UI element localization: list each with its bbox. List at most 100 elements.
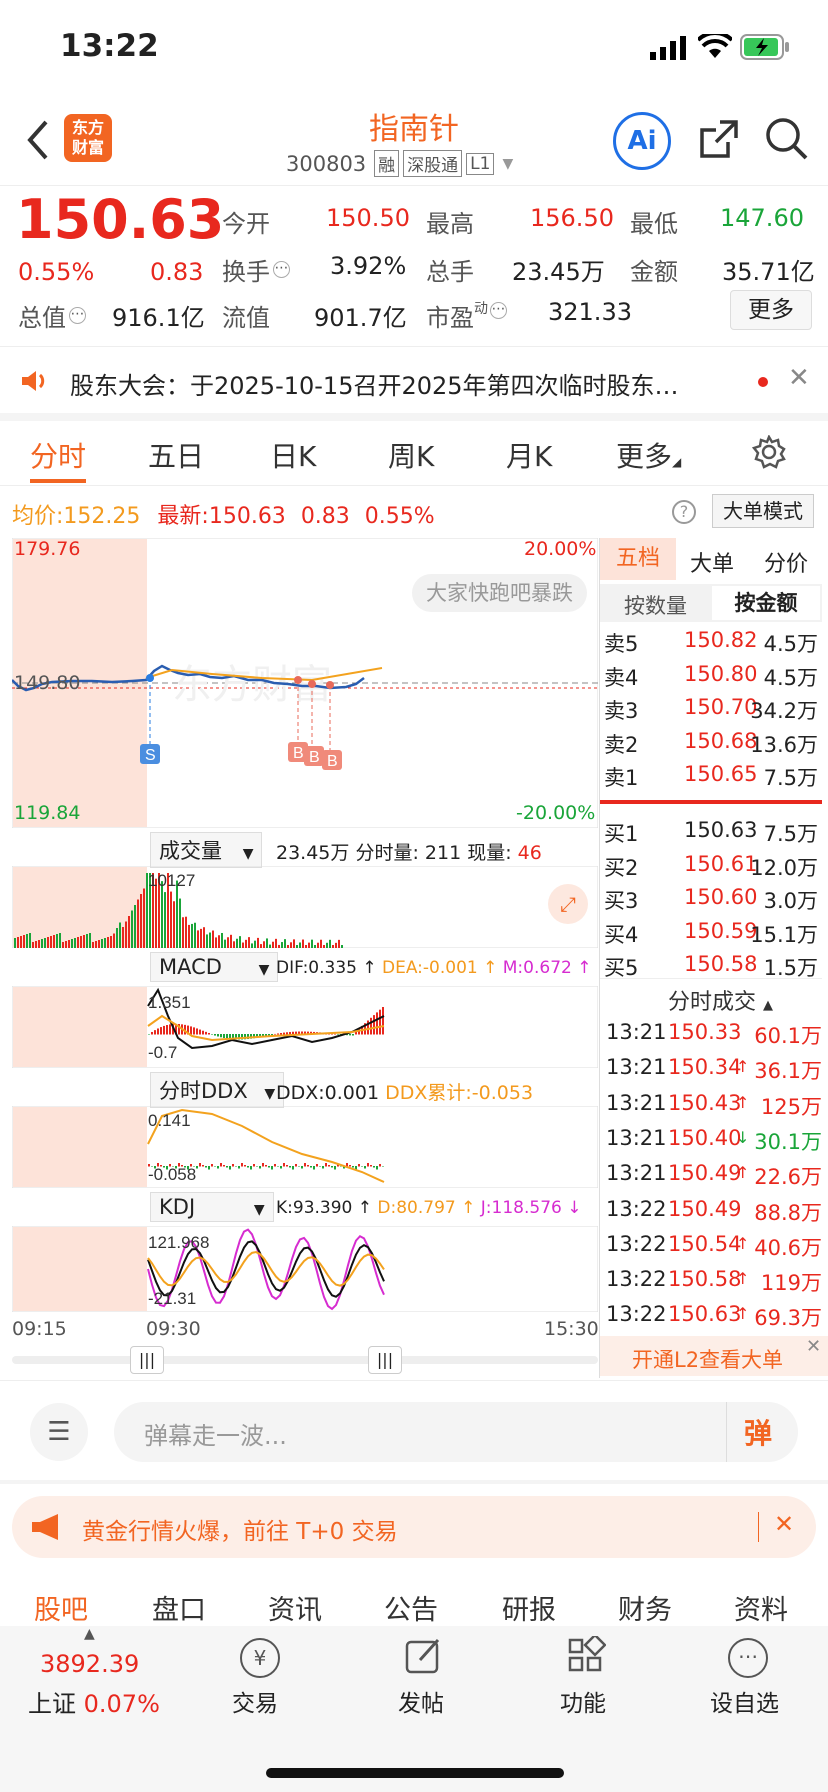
buy-level-4[interactable]: 买4 150.59 15.1万: [600, 915, 822, 948]
info-icon[interactable]: ⋯: [490, 302, 507, 319]
notice-text[interactable]: 股东大会：于2025-10-15召开2025年第四次临时股东…: [70, 366, 679, 401]
tab-by-amount[interactable]: 按金额: [712, 586, 820, 620]
range-slider-track[interactable]: [12, 1356, 598, 1364]
more-button[interactable]: 更多: [730, 290, 812, 330]
macd-chart[interactable]: 1.351 -0.7: [12, 986, 598, 1068]
promo-banner[interactable]: 黄金行情火爆，前往 T+0 交易 ✕: [12, 1496, 816, 1558]
amount-label: 金额: [630, 258, 678, 286]
level-price: 150.63: [684, 818, 758, 842]
tab-price-dist[interactable]: 分价: [764, 546, 808, 578]
ddx-info: DDX:0.001 DDX累计:-0.053: [276, 1082, 534, 1104]
volume-chart[interactable]: 10127: [12, 866, 598, 948]
chevron-down-icon[interactable]: ▼: [502, 156, 513, 172]
level-volume: 7.5万: [763, 766, 818, 790]
nav-trade[interactable]: 交易: [232, 1684, 278, 1718]
info-icon[interactable]: ⋯: [69, 307, 86, 324]
level-price: 150.59: [684, 918, 758, 943]
danmaku-bubble: 大家快跑吧暴跌: [412, 574, 587, 612]
nav-post[interactable]: 发帖: [398, 1684, 444, 1718]
expand-icon[interactable]: ⤢: [548, 884, 588, 924]
tab-by-quantity[interactable]: 按数量: [624, 590, 687, 620]
function-icon[interactable]: [566, 1636, 606, 1676]
pct-max-label: 20.00%: [524, 538, 597, 560]
tab-weekly[interactable]: 周K: [388, 435, 434, 475]
close-icon[interactable]: ✕: [788, 363, 810, 393]
big-order-mode-button[interactable]: 大单模式: [712, 494, 814, 528]
level-volume: 4.5万: [763, 632, 818, 656]
tab-five-levels[interactable]: 五档: [600, 538, 676, 580]
ddx-indicator-select[interactable]: 分时DDX ▼: [150, 1072, 285, 1108]
sell-level-3[interactable]: 卖3 150.70 34.2万: [600, 691, 822, 724]
sell-level-4[interactable]: 卖2 150.68 13.6万: [600, 725, 822, 758]
svg-text:B: B: [293, 745, 304, 762]
buy-level-2[interactable]: 买2 150.61 12.0万: [600, 848, 822, 881]
close-icon[interactable]: ✕: [774, 1510, 794, 1538]
share-icon[interactable]: [698, 118, 740, 160]
index-name[interactable]: 上证 0.07%: [28, 1684, 160, 1719]
trades-title[interactable]: 分时成交 ▲: [668, 984, 773, 1016]
more-icon[interactable]: ⋯: [728, 1638, 768, 1678]
close-icon[interactable]: ✕: [806, 1336, 821, 1357]
content-tab[interactable]: 财务: [618, 1588, 672, 1627]
macd-indicator-select[interactable]: MACD ▼: [150, 952, 279, 982]
macd-bottom-label: -0.7: [148, 1043, 177, 1062]
ai-button[interactable]: Ai: [613, 112, 671, 170]
range-slider-right-handle[interactable]: |||: [368, 1346, 402, 1374]
content-tab[interactable]: 研报: [502, 1588, 556, 1627]
trade-row: 13:21 150.34 ↑ 36.1万: [606, 1055, 822, 1084]
ddx-chart[interactable]: 0.141 -0.058: [12, 1106, 598, 1188]
buy-level-5[interactable]: 买5 150.58 1.5万: [600, 948, 822, 981]
info-icon[interactable]: ⋯: [273, 261, 290, 278]
l2-upsell-bar[interactable]: 开通L2查看大单 ✕: [600, 1336, 828, 1376]
kdj-info: K:93.390 ↑ D:80.797 ↑ J:118.576 ↓: [276, 1198, 582, 1218]
volume-indicator-select[interactable]: 成交量 ▼: [150, 832, 263, 868]
trade-row: 13:21 150.43 ↑ 125万: [606, 1090, 822, 1119]
comment-input[interactable]: 弹幕走一波... 弹: [114, 1402, 798, 1462]
kdj-chart[interactable]: 121.968 -21.31: [12, 1226, 598, 1312]
content-tab[interactable]: 资讯: [268, 1588, 322, 1627]
level-volume: 7.5万: [763, 822, 818, 846]
help-icon[interactable]: ?: [672, 500, 696, 524]
svg-text:B: B: [309, 749, 320, 766]
level-label: 卖5: [604, 632, 639, 656]
sell-level-1[interactable]: 卖5 150.82 4.5万: [600, 624, 822, 657]
level-price: 150.82: [684, 628, 758, 652]
trade-icon[interactable]: ¥: [240, 1638, 280, 1678]
tab-big-orders[interactable]: 大单: [690, 546, 734, 578]
search-icon[interactable]: [764, 116, 810, 162]
kdj-indicator-select[interactable]: KDJ ▼: [150, 1192, 274, 1222]
unread-dot: [758, 377, 768, 387]
tab-monthly[interactable]: 月K: [506, 435, 552, 475]
buy-level-3[interactable]: 买3 150.60 3.0万: [600, 881, 822, 914]
sell-level-2[interactable]: 卖4 150.80 4.5万: [600, 658, 822, 691]
gear-icon[interactable]: [752, 435, 786, 469]
level-label: 买1: [604, 822, 639, 846]
chat-settings-icon[interactable]: ☰: [30, 1403, 88, 1461]
content-tab[interactable]: 资料: [734, 1588, 788, 1627]
market-cap-value: 916.1亿: [112, 304, 205, 332]
tab-5day[interactable]: 五日: [148, 435, 204, 475]
caret-down-icon: ▼: [242, 846, 254, 862]
nav-function[interactable]: 功能: [560, 1684, 606, 1718]
svg-text:B: B: [327, 753, 338, 770]
amount-value: 35.71亿: [722, 258, 815, 286]
buy-level-1[interactable]: 买1 150.63 7.5万: [600, 814, 822, 847]
level-volume: 4.5万: [763, 665, 818, 690]
index-value[interactable]: 3892.39: [40, 1650, 139, 1678]
sell-level-5[interactable]: 卖1 150.65 7.5万: [600, 758, 822, 791]
triangle-icon: ◢: [672, 455, 682, 469]
danmaku-button[interactable]: 弹: [744, 1412, 772, 1452]
content-tab[interactable]: 公告: [384, 1588, 438, 1627]
post-icon[interactable]: [404, 1636, 444, 1676]
range-slider-left-handle[interactable]: |||: [130, 1346, 164, 1374]
float-cap-label: 流值: [222, 304, 270, 332]
tab-intraday[interactable]: 分时: [30, 435, 86, 475]
tab-more[interactable]: 更多◢: [616, 435, 681, 475]
content-tab[interactable]: 盘口: [152, 1588, 206, 1627]
notice-bar[interactable]: 股东大会：于2025-10-15召开2025年第四次临时股东… ✕: [0, 347, 828, 413]
nav-watchlist[interactable]: 设自选: [710, 1684, 779, 1718]
content-tab[interactable]: 股吧: [34, 1588, 88, 1627]
pe-label: 市盈动 ⋯: [426, 301, 507, 332]
tag-level[interactable]: L1: [466, 152, 495, 175]
tab-daily[interactable]: 日K: [270, 435, 316, 475]
